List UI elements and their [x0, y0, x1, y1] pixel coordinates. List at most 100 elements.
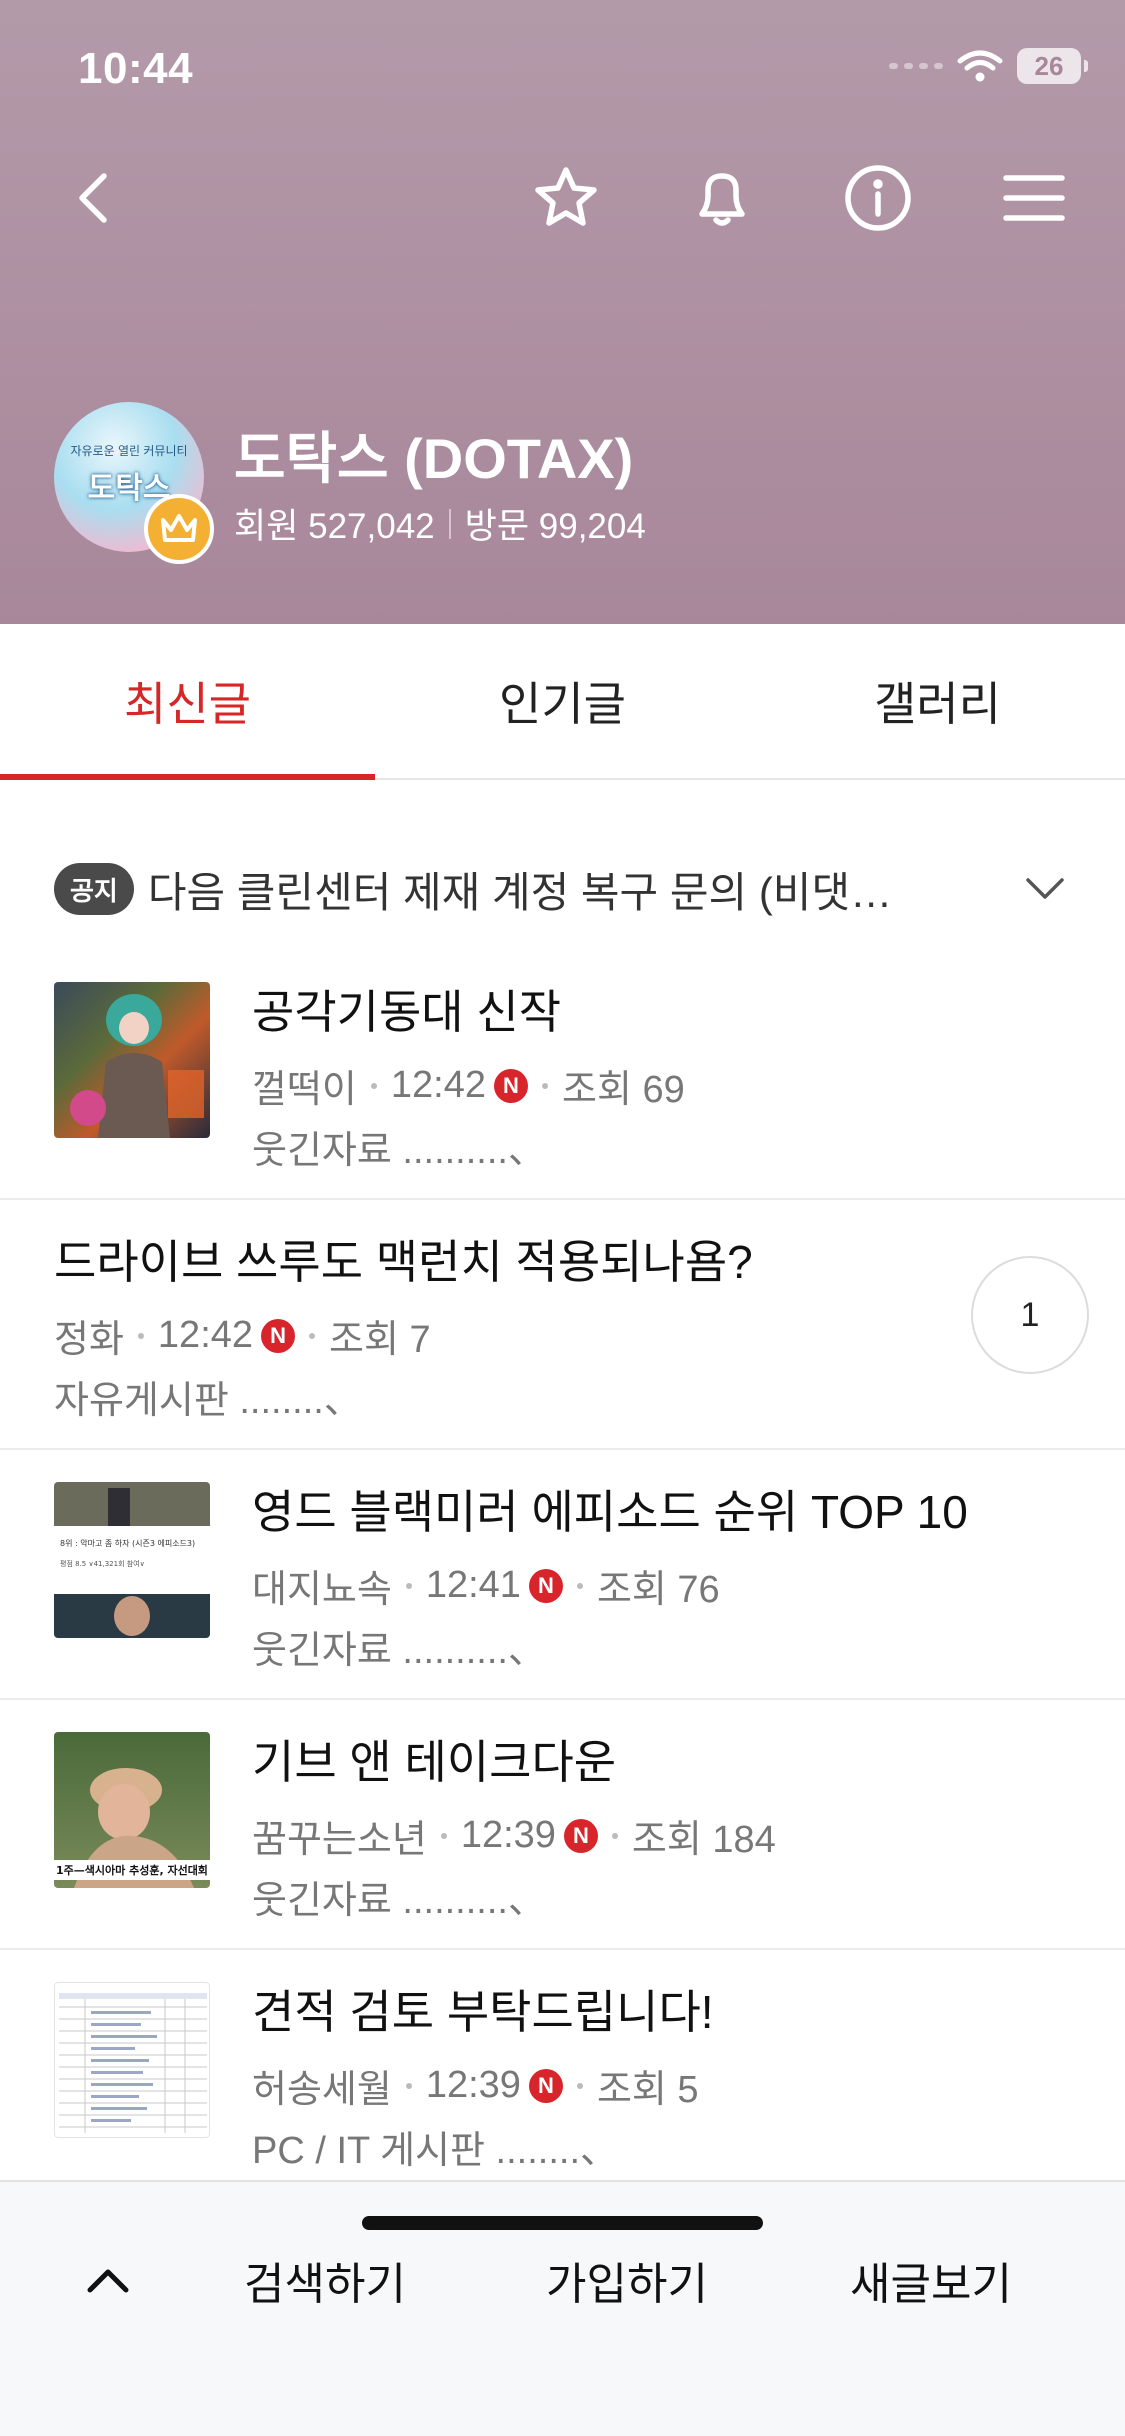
home-indicator: [362, 2216, 763, 2230]
ranking-screenshot-image: 8위 : 악마고 좀 하자 (시즌3 에피소드3) 평점 8.5 ∨41,321…: [54, 1482, 210, 1638]
anime-character-image: [70, 994, 204, 1138]
notice-badge: 공지: [54, 863, 134, 915]
post-item[interactable]: 1주—색시아마 추성훈, 자선대회 1 기브 앤 테이크다운 꿈꾸는소년 12:…: [0, 1700, 1125, 1950]
meta-dot: [576, 2082, 583, 2089]
new-posts-button[interactable]: 새글보기: [836, 2242, 1026, 2318]
spreadsheet-image: [59, 1993, 207, 2133]
post-meta: 대지뇨속 12:41 N 조회 76: [252, 1558, 968, 1613]
avatar-subtext: 자유로운 열린 커뮤니티: [70, 443, 188, 458]
battery-icon: 26: [1017, 48, 1088, 84]
post-meta: 껄떡이 12:42 N 조회 69: [252, 1058, 685, 1113]
info-icon: [845, 165, 911, 231]
meta-dot: [611, 1832, 618, 1839]
notification-button[interactable]: [684, 160, 760, 236]
post-views: 조회 7: [329, 1319, 431, 1361]
thumb-caption-text: 1주—색시아마 추성훈, 자선대회 1: [56, 1863, 210, 1877]
meta-dot: [370, 1082, 377, 1089]
post-item[interactable]: 드라이브 쓰루도 맥런치 적용되나욤? 정화 12:42 N 조회 7 자유게시…: [0, 1200, 1125, 1450]
post-time: 12:39: [460, 1814, 556, 1856]
post-views: 조회 69: [561, 1069, 685, 1111]
info-button[interactable]: [840, 160, 916, 236]
tab-popular[interactable]: 인기글: [375, 624, 750, 778]
bell-icon: [699, 173, 745, 226]
golf-photo-image: 1주—색시아마 추성훈, 자선대회 1: [54, 1768, 210, 1888]
meta-dot: [405, 1582, 412, 1589]
star-icon: [535, 167, 597, 226]
status-icons: 26: [889, 48, 1088, 84]
post-item[interactable]: 공각기동대 신작 껄떡이 12:42 N 조회 69 웃긴자료 ........…: [0, 950, 1125, 1200]
cafe-title: 도탁스 (DOTAX): [234, 427, 634, 490]
notice-row[interactable]: 공지 다음 클린센터 제재 계정 복구 문의 (비댓…: [54, 860, 1074, 918]
meta-dot: [576, 1582, 583, 1589]
post-author: 허송세월: [252, 2069, 392, 2111]
back-button[interactable]: [54, 160, 130, 236]
post-time: 12:39: [425, 2064, 521, 2106]
post-views: 조회 5: [596, 2069, 699, 2111]
meta-dot: [309, 1332, 316, 1339]
hamburger-icon: [1003, 175, 1065, 221]
new-badge: N: [528, 2068, 563, 2103]
post-thumbnail: [54, 982, 210, 1138]
post-author: 대지뇨속: [252, 1569, 392, 1611]
menu-button[interactable]: [996, 160, 1072, 236]
new-badge: N: [261, 1318, 296, 1353]
post-time: 12:42: [390, 1064, 486, 1106]
thumb-rating-text: 평점 8.5 ∨41,321회 참여∨: [60, 1559, 145, 1568]
post-item[interactable]: 8위 : 악마고 좀 하자 (시즌3 에피소드3) 평점 8.5 ∨41,321…: [0, 1450, 1125, 1700]
post-title: 드라이브 쓰루도 맥런치 적용되나욤?: [54, 1236, 753, 1288]
visit-count: 방문 99,204: [464, 507, 646, 546]
post-board: 웃긴자료 ..........、: [252, 1880, 546, 1922]
tab-gallery[interactable]: 갤러리: [750, 624, 1125, 778]
post-views: 조회 184: [631, 1819, 776, 1861]
new-badge: N: [563, 1818, 598, 1853]
post-views: 조회 76: [596, 1569, 720, 1611]
tab-latest[interactable]: 최신글: [0, 624, 375, 780]
post-content: 기브 앤 테이크다운 꿈꾸는소년 12:39 N 조회 184 웃긴자료 ...…: [252, 1726, 776, 1924]
post-meta: 허송세월 12:39 N 조회 5: [252, 2058, 714, 2113]
new-badge: N: [493, 1068, 528, 1103]
post-content: 드라이브 쓰루도 맥런치 적용되나욤? 정화 12:42 N 조회 7 자유게시…: [54, 1226, 753, 1424]
post-title: 견적 검토 부탁드립니다!: [252, 1986, 714, 2038]
new-badge: N: [528, 1568, 563, 1603]
post-item[interactable]: 견적 검토 부탁드립니다! 허송세월 12:39 N 조회 5 PC / IT …: [0, 1950, 1125, 2200]
post-content: 공각기동대 신작 껄떡이 12:42 N 조회 69 웃긴자료 ........…: [252, 976, 685, 1174]
status-time: 10:44: [78, 44, 194, 93]
post-author: 꿈꾸는소년: [252, 1819, 427, 1861]
meta-dot: [440, 1832, 447, 1839]
scroll-top-button[interactable]: [70, 2242, 146, 2318]
join-button[interactable]: 가입하기: [532, 2242, 722, 2318]
notice-expand-button[interactable]: [1016, 860, 1074, 918]
crown-badge: [144, 494, 214, 564]
post-thumbnail: 1주—색시아마 추성훈, 자선대회 1: [54, 1732, 210, 1888]
favorite-button[interactable]: [528, 160, 604, 236]
post-time: 12:42: [157, 1314, 254, 1356]
cafe-stats: 회원 527,042 방문 99,204: [234, 498, 646, 549]
chevron-up-icon: [87, 2269, 129, 2293]
stats-divider: [448, 508, 451, 539]
notice-text: 다음 클린센터 제재 계정 복구 문의 (비댓…: [147, 868, 893, 916]
meta-dot: [137, 1332, 144, 1339]
post-board: PC / IT 게시판 ........、: [252, 2130, 619, 2172]
post-meta: 정화 12:42 N 조회 7: [54, 1308, 753, 1363]
post-thumbnail: [54, 1982, 210, 2138]
post-title: 기브 앤 테이크다운: [252, 1736, 617, 1788]
post-meta: 꿈꾸는소년 12:39 N 조회 184: [252, 1808, 776, 1863]
post-board: 웃긴자료 ..........、: [252, 1130, 546, 1172]
post-content: 견적 검토 부탁드립니다! 허송세월 12:39 N 조회 5 PC / IT …: [252, 1976, 714, 2174]
post-title: 공각기동대 신작: [252, 986, 562, 1038]
cellular-signal-icon: [889, 63, 943, 69]
post-author: 정화: [54, 1319, 124, 1361]
thumb-ranking-text: 8위 : 악마고 좀 하자 (시즌3 에피소드3): [60, 1538, 195, 1548]
meta-dot: [405, 2082, 412, 2089]
post-thumbnail: 8위 : 악마고 좀 하자 (시즌3 에피소드3) 평점 8.5 ∨41,321…: [54, 1482, 210, 1638]
post-author: 껄떡이: [252, 1069, 357, 1111]
wifi-icon: [957, 50, 1003, 82]
chevron-left-icon: [79, 173, 107, 223]
cafe-home-screen: 10:44 26 자유로운 열린 커뮤니티 도탁스 도탁스 (DOTAX) 회원…: [0, 0, 1125, 2436]
crown-icon: [161, 514, 197, 542]
meta-dot: [541, 1082, 548, 1089]
search-button[interactable]: 검색하기: [230, 2242, 420, 2318]
board-tabs: 최신글 인기글 갤러리: [0, 624, 1125, 780]
comment-count-button[interactable]: 1: [971, 1256, 1089, 1374]
chevron-down-icon: [1026, 878, 1064, 899]
